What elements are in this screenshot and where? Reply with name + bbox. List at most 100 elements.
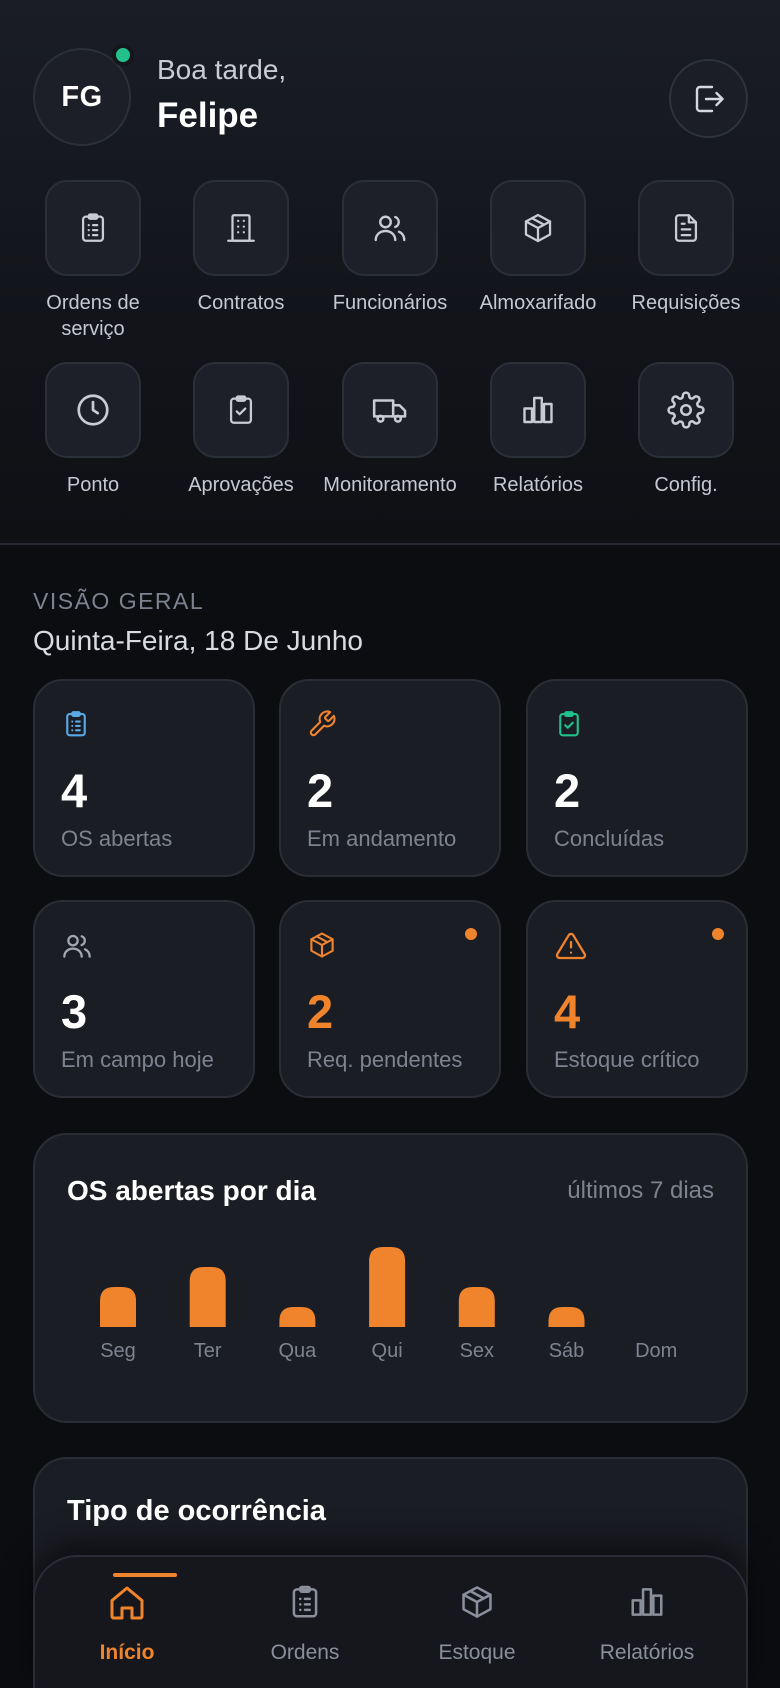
- package-icon: [310, 932, 334, 958]
- user-name: Felipe: [157, 96, 259, 135]
- menu-item-requisicoes[interactable]: Requisições: [612, 180, 760, 316]
- section-date: Quinta-Feira, 18 De Junho: [33, 625, 363, 656]
- chart-tick-label: Ter: [194, 1340, 222, 1362]
- section-kicker: VISÃO GERAL: [33, 588, 205, 614]
- bottom-navigation: Início Ordens Estoque Relatórios: [33, 1555, 748, 1688]
- chart-tick-label: Seg: [100, 1340, 136, 1362]
- stat-value: 4: [61, 764, 88, 817]
- stat-label: Em andamento: [307, 826, 457, 851]
- stat-value: 2: [307, 985, 334, 1038]
- truck-icon: [372, 399, 407, 423]
- chart-bar-qui: [369, 1247, 406, 1327]
- clipboard-list-icon: [81, 213, 105, 242]
- users-icon: [63, 934, 91, 958]
- wrench-icon: [309, 710, 336, 737]
- menu-tile[interactable]: [638, 362, 734, 458]
- menu-tile[interactable]: [45, 362, 141, 458]
- stat-label: Em campo hoje: [61, 1047, 214, 1072]
- menu-item-label: Almoxarifado: [479, 292, 597, 314]
- stat-label: Concluídas: [554, 826, 665, 851]
- building-icon: [227, 214, 255, 242]
- menu-item-funcionarios[interactable]: Funcionários: [316, 180, 464, 316]
- stat-label: Estoque crítico: [554, 1047, 700, 1072]
- menu-item-label: Aprovações: [188, 474, 294, 496]
- home-icon: [110, 1586, 144, 1620]
- chart-subtitle: últimos 7 dias: [567, 1177, 714, 1204]
- nav-label: Início: [99, 1641, 155, 1664]
- bar-chart-icon: [631, 1588, 663, 1616]
- menu-item-config[interactable]: Config.: [612, 362, 760, 498]
- stat-label: Req. pendentes: [307, 1047, 463, 1072]
- menu-item-monitoramento[interactable]: Monitoramento: [316, 362, 464, 498]
- file-text-icon: [674, 214, 698, 242]
- chart-card-os-por-dia: Seg Ter Qua Qui Sex Sáb Dom OS abertas por dia…: [33, 1133, 748, 1423]
- package-icon: [524, 213, 552, 243]
- menu-item-label: Monitoramento: [323, 474, 457, 496]
- menu-tile[interactable]: [342, 180, 438, 276]
- menu-tile[interactable]: [342, 362, 438, 458]
- alert-dot: [465, 928, 477, 940]
- menu-tile[interactable]: [193, 180, 289, 276]
- chart-tick-label: Sex: [460, 1340, 494, 1362]
- clipboard-check-icon: [229, 395, 253, 424]
- stat-card-os-abertas[interactable]: 4 OS abertas: [33, 679, 255, 877]
- stat-label: OS abertas: [61, 826, 173, 851]
- stat-card-em-andamento[interactable]: 2 Em andamento: [279, 679, 501, 877]
- menu-item-aprovacoes[interactable]: Aprovações: [167, 362, 315, 498]
- chart-tick-label: Dom: [635, 1340, 677, 1362]
- logout-button[interactable]: [669, 59, 748, 138]
- stat-value: 3: [61, 985, 88, 1038]
- clipboard-list-icon: [66, 711, 86, 737]
- stat-card-concluidas[interactable]: 2 Concluídas: [526, 679, 748, 877]
- menu-tile[interactable]: [490, 180, 586, 276]
- chart-bar-ter: [189, 1267, 226, 1327]
- chart-tick-label: Qui: [372, 1340, 403, 1362]
- menu-item-relatorios[interactable]: Relatórios: [464, 362, 612, 498]
- chart-title: OS abertas por dia: [67, 1175, 316, 1206]
- menu-item-label: Requisições: [631, 292, 741, 314]
- gear-icon: [667, 391, 705, 429]
- stat-card-em-campo-hoje[interactable]: 3 Em campo hoje: [33, 900, 255, 1098]
- menu-tile[interactable]: [45, 180, 141, 276]
- nav-label: Relatórios: [599, 1641, 695, 1664]
- menu-item-almoxarifado[interactable]: Almoxarifado: [464, 180, 612, 316]
- menu-tile[interactable]: [638, 180, 734, 276]
- chart-bar-sáb: [548, 1307, 585, 1327]
- menu-item-label: Contratos: [197, 292, 285, 314]
- chart-bar-seg: [100, 1287, 136, 1327]
- stat-value: 2: [307, 764, 334, 817]
- menu-item-label: Ponto: [66, 474, 120, 496]
- chart-bar-qua: [279, 1307, 316, 1327]
- stat-value: 4: [554, 985, 581, 1038]
- menu-tile[interactable]: [193, 362, 289, 458]
- card-title: Tipo de ocorrência: [67, 1495, 326, 1527]
- nav-label: Estoque: [438, 1641, 516, 1664]
- stat-card-estoque-critico[interactable]: 4 Estoque crítico: [526, 900, 748, 1098]
- active-indicator: [113, 1573, 177, 1577]
- menu-tile[interactable]: [490, 362, 586, 458]
- chart-bar-sex: [458, 1287, 495, 1327]
- menu-item-ponto[interactable]: Ponto: [19, 362, 167, 498]
- chart-tick-label: Sáb: [549, 1340, 585, 1362]
- nav-label: Ordens: [270, 1641, 340, 1664]
- chart-tick-label: Qua: [278, 1340, 317, 1362]
- header-panel: FG Boa tarde, Felipe Ordens de serviço C…: [0, 0, 780, 545]
- warning-icon: [555, 932, 587, 960]
- clipboard-check-icon: [559, 711, 579, 737]
- package-icon: [462, 1586, 492, 1618]
- menu-item-contratos[interactable]: Contratos: [167, 180, 315, 316]
- bar-chart-icon: [523, 396, 553, 424]
- greeting-text: Boa tarde,: [157, 54, 287, 85]
- stat-value: 2: [554, 764, 581, 817]
- menu-item-label: Relatórios: [492, 474, 584, 496]
- menu-item-label: Ordens de serviço: [46, 292, 140, 340]
- clock-icon: [77, 394, 109, 426]
- menu-item-label: Config.: [654, 474, 718, 496]
- menu-item-label: Funcionários: [332, 292, 448, 314]
- logout-icon: [695, 85, 724, 112]
- menu-item-ordens-de-servico[interactable]: Ordens de serviço: [19, 180, 167, 342]
- clipboard-list-icon: [292, 1585, 318, 1618]
- users-icon: [374, 215, 406, 242]
- stat-card-req-pendentes[interactable]: 2 Req. pendentes: [279, 900, 501, 1098]
- online-status-dot: [112, 44, 134, 66]
